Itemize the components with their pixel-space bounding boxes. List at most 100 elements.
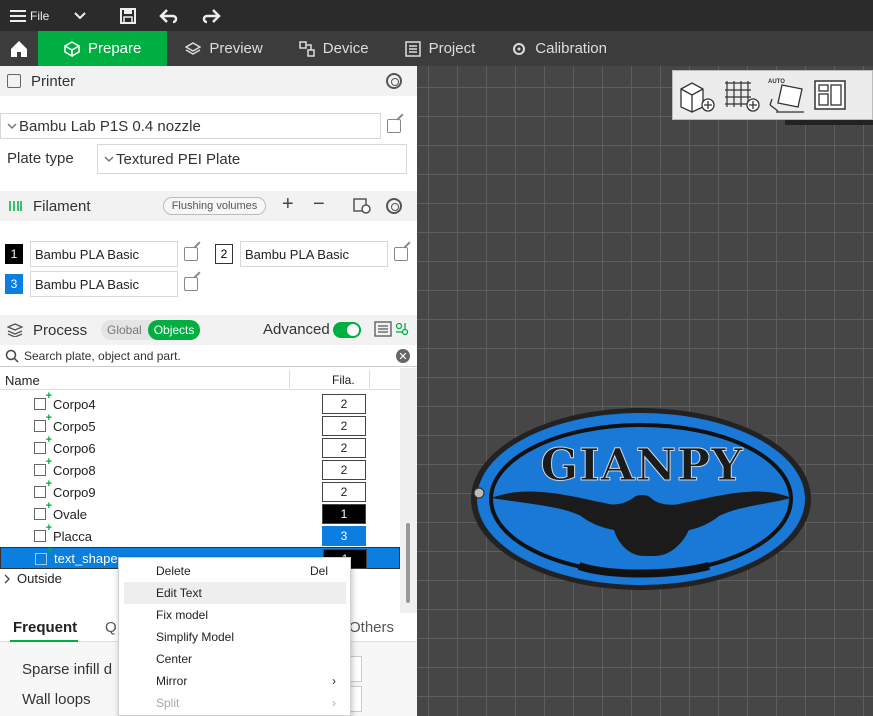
filament-slot-2-number: 2	[220, 247, 228, 261]
model-keychain[interactable]	[469, 406, 815, 592]
menu-item-edit-text[interactable]: Edit Text	[124, 582, 346, 604]
chevron-right-icon	[4, 574, 10, 583]
save-icon	[120, 7, 137, 24]
home-button[interactable]	[0, 31, 38, 66]
tab-prepare-label: Prepare	[88, 40, 142, 57]
sync-filament-icon[interactable]	[353, 198, 371, 214]
wall-loops-input[interactable]	[350, 686, 362, 712]
object-list-header: Name Fila.	[0, 368, 400, 390]
part-icon	[34, 478, 52, 498]
sparse-infill-input[interactable]	[350, 656, 362, 682]
object-search-bar[interactable]: Search plate, object and part. ✕	[0, 345, 417, 367]
filament-section-title: Filament	[33, 197, 91, 215]
printer-select[interactable]: Bambu Lab P1S 0.4 nozzle	[0, 113, 381, 139]
submenu-arrow-icon: ›	[332, 674, 336, 688]
part-icon	[34, 456, 52, 476]
tab-project-label: Project	[428, 40, 476, 57]
menu-item-split[interactable]: Split ›	[124, 692, 346, 714]
dropdown-button[interactable]	[67, 0, 93, 31]
clear-search-icon[interactable]: ✕	[396, 349, 410, 363]
object-row-corpo6[interactable]: Corpo6 2	[0, 434, 400, 459]
undo-button[interactable]	[153, 0, 185, 31]
redo-icon	[203, 8, 222, 23]
menu-item-delete[interactable]: Delete Del	[124, 560, 346, 582]
flushing-volumes-button[interactable]: Flushing volumes	[163, 197, 266, 215]
filament-cell[interactable]: 2	[322, 438, 366, 458]
advanced-label: Advanced	[263, 321, 330, 338]
filament-slot-3-select[interactable]: Bambu PLA Basic	[30, 271, 178, 297]
tab-calibration[interactable]: Calibration	[493, 31, 625, 66]
filament-slot-2-select[interactable]: Bambu PLA Basic	[240, 241, 388, 267]
menu-item-shortcut: Del	[309, 564, 328, 578]
object-row-corpo4[interactable]: Corpo4 2	[0, 390, 400, 415]
object-row-corpo5[interactable]: Corpo5 2	[0, 412, 400, 437]
tab-quality[interactable]: Q	[105, 619, 117, 636]
auto-orient-button[interactable]: AUTO	[768, 77, 808, 115]
tab-project[interactable]: Project	[387, 31, 494, 66]
edit-printer-icon[interactable]	[387, 119, 401, 133]
column-name[interactable]: Name	[5, 373, 40, 388]
object-row-corpo8[interactable]: Corpo8 2	[0, 456, 400, 481]
calibration-icon	[513, 42, 526, 55]
object-row-corpo9[interactable]: Corpo9 2	[0, 478, 400, 503]
filament-cell[interactable]: 3	[322, 526, 366, 546]
column-divider	[369, 370, 370, 388]
redo-button[interactable]	[195, 0, 227, 31]
printer-settings-gear-icon[interactable]	[386, 73, 402, 89]
chevron-down-icon	[74, 11, 87, 19]
layout-panels-icon[interactable]	[813, 79, 847, 111]
submenu-arrow-icon: ›	[332, 696, 336, 710]
edit-filament-2-icon[interactable]	[394, 247, 408, 261]
3d-viewport[interactable]: AUTO GIANPY	[417, 66, 873, 716]
edit-filament-3-icon[interactable]	[184, 277, 198, 291]
filament-cell[interactable]: 2	[322, 416, 366, 436]
list-view-icon[interactable]	[374, 321, 392, 337]
toggle-global[interactable]: Global	[101, 320, 148, 340]
compare-icon[interactable]	[395, 322, 409, 336]
filament-cell[interactable]: 2	[322, 482, 366, 502]
plate-type-select[interactable]: Textured PEI Plate	[97, 144, 407, 174]
printer-icon	[7, 74, 21, 88]
filament-cell[interactable]: 1	[322, 504, 366, 524]
tab-prepare[interactable]: Prepare	[38, 31, 168, 66]
object-row-ovale[interactable]: Ovale 1	[0, 500, 400, 525]
add-filament-icon[interactable]: +	[282, 193, 294, 216]
filament-slot-2-badge[interactable]: 2	[215, 244, 233, 264]
tab-others[interactable]: Others	[349, 619, 394, 636]
add-cube-icon[interactable]	[678, 79, 716, 113]
filament-settings-gear-icon[interactable]	[386, 198, 402, 214]
column-divider	[289, 370, 290, 388]
viewport-toolbar-shadow	[785, 120, 873, 125]
menu-item-label: Delete	[156, 564, 191, 578]
object-list-scrollbar[interactable]	[400, 368, 417, 613]
advanced-switch[interactable]	[333, 322, 361, 338]
filament-slot-1-badge[interactable]: 1	[5, 244, 23, 264]
object-row-placca[interactable]: Placca 3	[0, 522, 400, 547]
filament-slot-3-badge[interactable]: 3	[5, 274, 23, 294]
arrange-grid-icon[interactable]	[723, 79, 761, 113]
toggle-objects[interactable]: Objects	[147, 320, 201, 340]
menu-item-center[interactable]: Center	[124, 648, 346, 670]
menu-item-simplify-model[interactable]: Simplify Model	[124, 626, 346, 648]
global-objects-toggle[interactable]: Global Objects	[101, 320, 201, 340]
tab-device[interactable]: Device	[281, 31, 387, 66]
menu-item-fix-model[interactable]: Fix model	[124, 604, 346, 626]
file-menu[interactable]: File	[0, 0, 55, 31]
menu-item-mirror[interactable]: Mirror ›	[124, 670, 346, 692]
outside-group[interactable]: Outside	[3, 571, 62, 586]
remove-filament-icon[interactable]: −	[313, 193, 325, 216]
filament-cell[interactable]: 2	[322, 460, 366, 480]
scrollbar-thumb[interactable]	[406, 523, 410, 603]
edit-filament-1-icon[interactable]	[184, 247, 198, 261]
filament-slot-1-select[interactable]: Bambu PLA Basic	[30, 241, 178, 267]
save-button[interactable]	[113, 0, 143, 31]
column-fila[interactable]: Fila.	[332, 373, 355, 387]
filament-cell[interactable]: 2	[322, 394, 366, 414]
tab-frequent[interactable]: Frequent	[13, 619, 77, 636]
menu-item-label: Center	[156, 652, 193, 666]
tab-preview[interactable]: Preview	[167, 31, 280, 66]
filament-slot-2-name: Bambu PLA Basic	[245, 246, 350, 262]
filament-slot-1-name: Bambu PLA Basic	[35, 246, 140, 262]
flushing-volumes-label: Flushing volumes	[171, 200, 258, 212]
plate-type-label: Plate type	[7, 150, 74, 167]
